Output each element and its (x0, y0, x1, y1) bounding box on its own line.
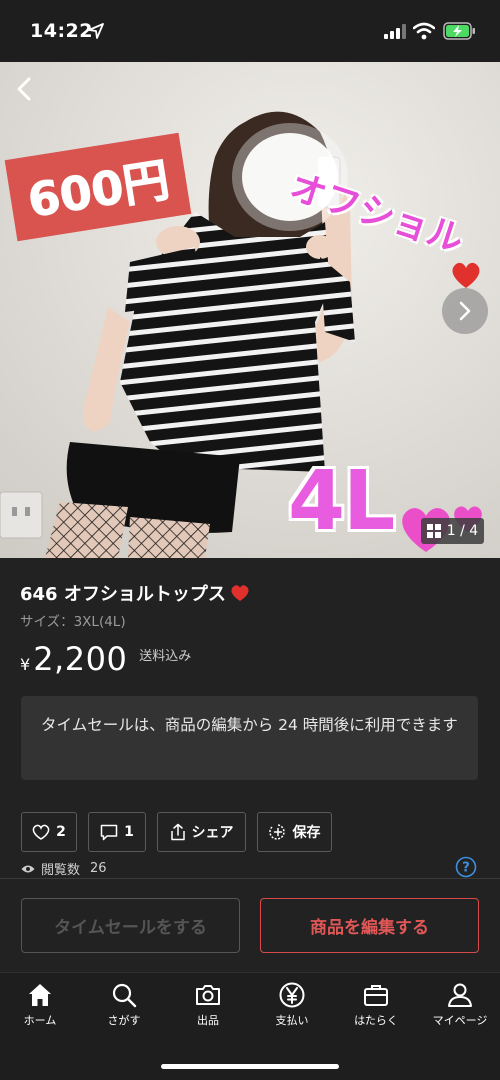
like-count: 2 (56, 824, 66, 840)
tab-payment-label: 支払い (275, 1014, 309, 1027)
comment-icon (100, 824, 118, 840)
views-label: 閲覧数 (41, 863, 81, 878)
status-bar: 14:22 (0, 0, 500, 62)
price-overlay-text: 600円 (24, 152, 174, 229)
status-time: 14:22 (30, 20, 93, 42)
search-icon (112, 983, 137, 1008)
edit-item-button[interactable]: 商品を編集する (260, 898, 479, 953)
battery-charging-icon (443, 22, 475, 40)
product-title: 646 オフショルトップス (20, 580, 250, 606)
size-overlay-text: 4L (288, 454, 395, 549)
tab-payment[interactable]: 支払い (250, 981, 334, 1028)
yen-icon (279, 982, 305, 1008)
divider (0, 878, 500, 879)
home-indicator (161, 1064, 339, 1069)
image-page-counter: 1 / 4 (421, 518, 484, 544)
home-icon (29, 984, 51, 1006)
like-button[interactable]: 2 (21, 812, 77, 852)
save-button[interactable]: 保存 (257, 812, 332, 852)
product-size: サイズ：3XL(4L) (20, 614, 126, 630)
save-label: 保存 (292, 825, 321, 841)
share-label: シェア (191, 825, 234, 841)
timesale-notice: タイムセールは、商品の編集から 24 時間後に利用できます (21, 696, 478, 780)
heart-emoji-icon (452, 262, 480, 288)
timesale-button[interactable]: タイムセールをする (21, 898, 240, 953)
size-overlay: 4L (288, 454, 395, 549)
grid-icon (426, 524, 441, 538)
cellular-signal-icon (384, 24, 406, 39)
camera-icon (196, 985, 220, 1005)
views-count: 26 (90, 861, 107, 876)
action-row: 2 1 シェア 保存 (21, 812, 332, 852)
save-plus-icon (268, 824, 285, 840)
red-heart-icon (231, 585, 249, 601)
tab-search[interactable]: さがす (82, 981, 166, 1028)
tab-work-label: はたらく (354, 1014, 398, 1027)
next-image-button[interactable] (442, 288, 488, 334)
shipping-label: 送料込み (139, 649, 192, 664)
chevron-right-icon (459, 301, 471, 321)
product-image-carousel[interactable]: 600円 オフショル 4L 1 / 4 (0, 62, 500, 558)
page-counter-text: 1 / 4 (446, 523, 479, 539)
briefcase-icon (364, 985, 388, 1006)
tab-home[interactable]: ホーム (0, 981, 82, 1028)
product-title-text: 646 オフショルトップス (20, 584, 226, 605)
tab-home-label: ホーム (23, 1014, 57, 1027)
product-photo (0, 62, 500, 558)
tab-mypage-label: マイページ (432, 1014, 488, 1027)
tab-work[interactable]: はたらく (334, 981, 418, 1028)
comment-button[interactable]: 1 (88, 812, 146, 852)
tab-listing-label: 出品 (197, 1014, 219, 1027)
view-count: 閲覧数 26 (21, 859, 107, 878)
help-icon[interactable]: ? (455, 856, 477, 878)
share-button[interactable]: シェア (157, 812, 246, 852)
person-icon (448, 983, 472, 1007)
price-value: 2,200 (33, 640, 128, 678)
tab-listing[interactable]: 出品 (166, 981, 250, 1028)
product-price: ¥ 2,200 送料込み (20, 640, 191, 678)
location-arrow-icon (88, 23, 104, 39)
wifi-icon (413, 22, 435, 40)
eye-icon (21, 865, 35, 872)
tab-mypage[interactable]: マイページ (418, 981, 500, 1028)
back-chevron-icon[interactable] (10, 74, 40, 104)
currency-symbol: ¥ (20, 655, 31, 674)
heart-outline-icon (32, 824, 50, 840)
share-icon (170, 823, 185, 841)
comment-count: 1 (124, 824, 134, 840)
svg-text:?: ? (462, 861, 470, 876)
tab-search-label: さがす (107, 1014, 141, 1027)
